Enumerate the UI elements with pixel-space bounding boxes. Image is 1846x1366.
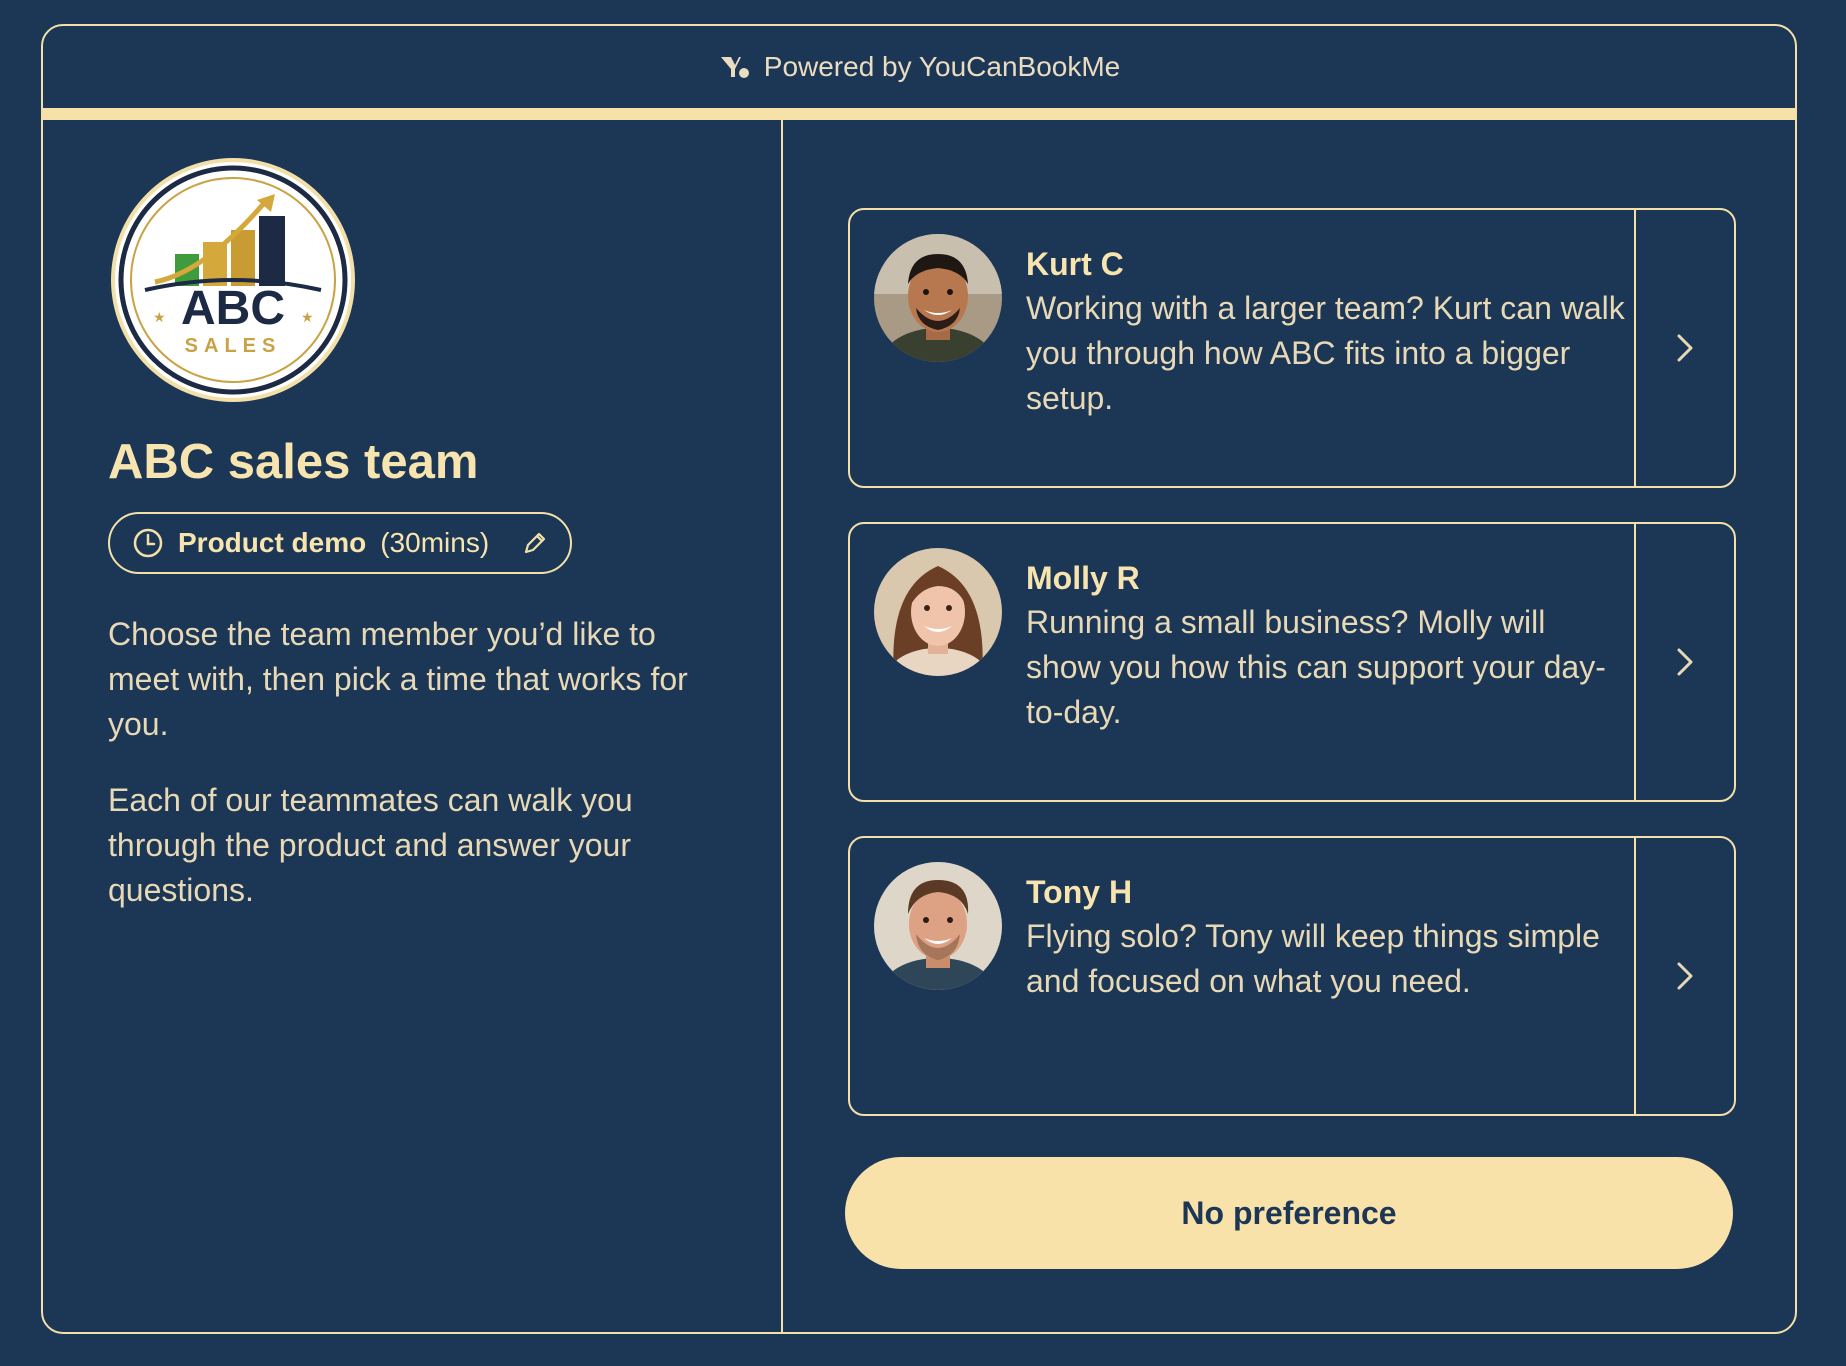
booking-page-frame: Powered by YouCanBookMe ABC SALES ★ ★ AB… [41, 24, 1797, 1334]
avatar [874, 234, 1002, 362]
select-member-button[interactable] [1634, 838, 1734, 1114]
page-title: ABC sales team [108, 435, 479, 489]
select-member-button[interactable] [1634, 210, 1734, 486]
member-info: Kurt C Working with a larger team? Kurt … [1026, 242, 1626, 421]
column-divider [781, 120, 783, 1332]
accent-line [43, 108, 1795, 120]
logo-star-icon: ★ [153, 309, 166, 325]
meeting-duration: (30mins) [380, 527, 490, 558]
member-name: Kurt C [1026, 246, 1124, 282]
avatar [874, 862, 1002, 990]
member-card-tony[interactable]: Tony H Flying solo? Tony will keep thing… [848, 836, 1736, 1116]
powered-by-bar[interactable]: Powered by YouCanBookMe [43, 26, 1795, 108]
member-card-molly[interactable]: Molly R Running a small business? Molly … [848, 522, 1736, 802]
member-name: Molly R [1026, 560, 1140, 596]
powered-by-text: Powered by YouCanBookMe [763, 51, 1121, 82]
person-photo-icon [874, 548, 1002, 676]
person-photo-icon [874, 234, 1002, 362]
person-photo-icon [874, 862, 1002, 990]
secondary-paragraph: Each of our teammates can walk you throu… [108, 782, 633, 908]
select-member-button[interactable] [1634, 524, 1734, 800]
meeting-type-name: Product demo [178, 527, 367, 558]
member-info: Molly R Running a small business? Molly … [1026, 556, 1626, 735]
no-preference-button[interactable]: No preference [845, 1157, 1733, 1269]
avatar [874, 548, 1002, 676]
clock-icon [133, 528, 163, 558]
member-card-kurt[interactable]: Kurt C Working with a larger team? Kurt … [848, 208, 1736, 488]
intro-paragraph: Choose the team member you’d like to mee… [108, 616, 688, 742]
pencil-icon[interactable] [522, 530, 548, 556]
member-description: Running a small business? Molly will sho… [1026, 604, 1606, 730]
abc-sales-logo: ABC SALES ★ ★ [115, 162, 351, 398]
youcanbookme-logo-icon [720, 57, 749, 78]
logo-text: ABC [181, 282, 285, 335]
logo-star-icon: ★ [301, 309, 314, 325]
member-description: Working with a larger team? Kurt can wal… [1026, 290, 1625, 416]
logo-subtext: SALES [185, 335, 282, 357]
chevron-right-icon [1677, 962, 1693, 990]
chevron-right-icon [1677, 334, 1693, 362]
member-description: Flying solo? Tony will keep things simpl… [1026, 918, 1600, 999]
meeting-type-pill[interactable]: Product demo (30mins) [108, 512, 572, 574]
member-info: Tony H Flying solo? Tony will keep thing… [1026, 870, 1626, 1004]
chevron-right-icon [1677, 648, 1693, 676]
member-name: Tony H [1026, 874, 1133, 910]
logo-graphic: ABC SALES ★ ★ [118, 165, 348, 395]
